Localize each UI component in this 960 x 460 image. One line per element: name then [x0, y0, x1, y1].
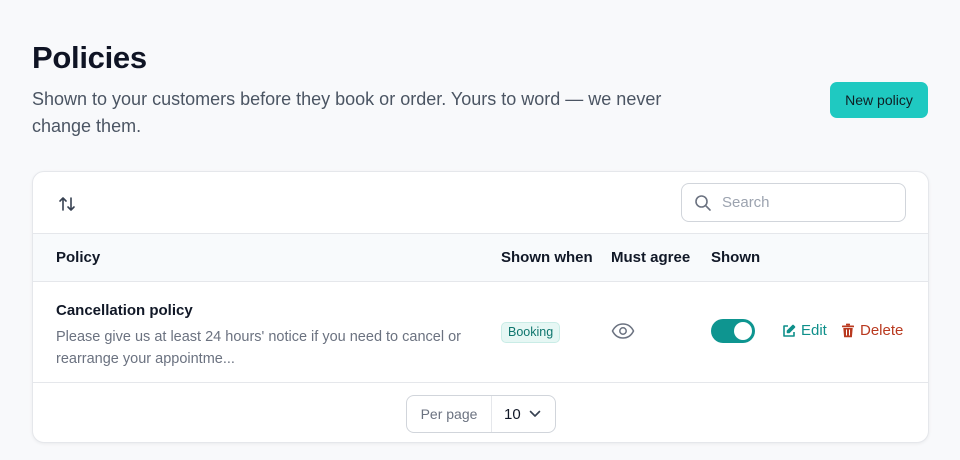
page-subtitle: Shown to your customers before they book… [32, 89, 662, 136]
policy-name: Cancellation policy [56, 302, 193, 319]
column-header-policy[interactable]: Policy [56, 249, 100, 266]
per-page-select[interactable]: 10 [492, 396, 555, 432]
per-page-label: Per page [407, 396, 492, 432]
search-input[interactable] [722, 194, 892, 211]
toggle-knob [734, 322, 752, 340]
chevron-down-icon [529, 410, 541, 417]
per-page-value: 10 [504, 405, 521, 423]
eye-icon [611, 323, 635, 339]
edit-label: Edit [801, 322, 827, 339]
page-title: Policies [32, 40, 147, 75]
sort-arrows-icon [59, 197, 75, 211]
table-row: Cancellation policy Please give us at le… [33, 282, 928, 383]
shown-toggle[interactable] [711, 319, 755, 343]
column-header-must-agree[interactable]: Must agree [611, 249, 690, 266]
shown-when-badge: Booking [501, 322, 561, 343]
column-header-shown[interactable]: Shown [711, 249, 760, 266]
trash-icon [842, 323, 854, 338]
edit-icon [783, 324, 796, 337]
per-page-control: Per page 10 [406, 395, 556, 433]
column-header-shown-when[interactable]: Shown when [501, 249, 593, 266]
policy-description: Please give us at least 24 hours' notice… [56, 329, 461, 367]
new-policy-button[interactable]: New policy [830, 82, 928, 118]
edit-button[interactable]: Edit [782, 322, 827, 339]
table-header: Policy Shown when Must agree Shown [33, 233, 928, 282]
delete-button[interactable]: Delete [841, 322, 903, 339]
search-box[interactable] [681, 183, 906, 222]
sort-button[interactable] [55, 192, 79, 216]
search-icon [695, 194, 711, 211]
delete-label: Delete [860, 322, 904, 339]
policies-table-card: Policy Shown when Must agree Shown Cance… [32, 171, 929, 443]
